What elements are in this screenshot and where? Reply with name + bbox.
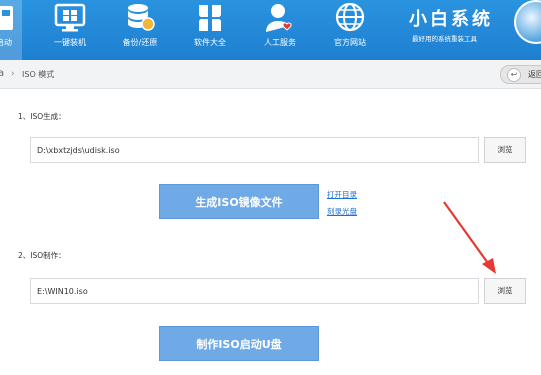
nav-label: 官方网站 [334,38,366,47]
back-button[interactable]: ↩ 返回 [500,65,541,84]
make-iso-boot-usb-button[interactable]: 制作ISO启动U盘 [159,326,319,361]
database-icon [123,2,157,34]
nav-label: 启动 [0,38,12,47]
sub-header-bar: a › ISO 模式 ↩ 返回 [0,60,541,89]
iso-make-browse-button[interactable]: 浏览 [484,278,526,304]
back-button-label: 返回 [528,70,541,79]
chevron-right-icon: › [11,69,15,79]
brand-title: 小白系统 [409,9,493,30]
usb-drive-icon [0,2,15,34]
nav-item-boot[interactable]: 启动 [0,0,22,60]
clover-apps-icon [193,2,227,34]
brand-subtitle: 最好用的系统重装工具 [412,35,477,43]
nav-label: 人工服务 [264,38,296,47]
nav-item-human-service[interactable]: 人工服务 [254,0,306,60]
top-navigation-bar: 启动 一键装机 备份/还原 软件大全 人工服务 官方网站 小白系统 最好用的系统… [0,0,541,60]
nav-item-software[interactable]: 软件大全 [184,0,236,60]
globe-icon [333,2,367,34]
iso-make-section-label: 2、ISO制作： [18,251,66,260]
monitor-windows-icon [53,2,87,34]
iso-make-path-input[interactable]: E:\WIN10.iso [30,278,479,304]
brand-logo [514,0,541,44]
person-heart-icon [263,2,297,34]
red-arrow-annotation [443,201,496,274]
breadcrumb: ISO 模式 [22,70,55,79]
nav-item-official-site[interactable]: 官方网站 [324,0,376,60]
home-fragment[interactable]: a [0,68,4,79]
open-directory-link[interactable]: 打开目录 [327,189,357,200]
generate-iso-button[interactable]: 生成ISO镜像文件 [159,184,319,219]
iso-generate-section-label: 1、ISO生成： [18,112,66,121]
nav-label: 备份/还原 [122,38,158,47]
iso-generate-browse-button[interactable]: 浏览 [484,137,526,163]
burn-disc-link[interactable]: 刻录光盘 [327,206,357,217]
iso-generate-path-input[interactable]: D:\xbxtzjds\udisk.iso [30,137,479,163]
nav-item-one-click-install[interactable]: 一键装机 [44,0,96,60]
back-arrow-icon: ↩ [507,68,521,82]
nav-label: 软件大全 [194,38,226,47]
nav-item-backup-restore[interactable]: 备份/还原 [114,0,166,60]
nav-label: 一键装机 [54,38,86,47]
